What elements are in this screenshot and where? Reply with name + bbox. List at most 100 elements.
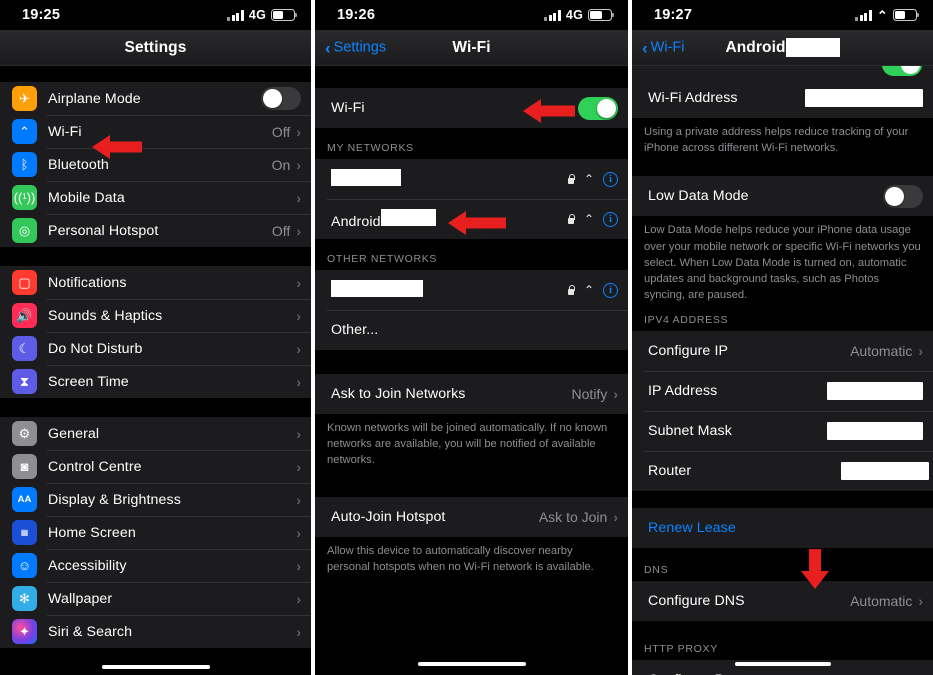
network-info-button[interactable]: i — [603, 211, 618, 227]
row-label: Wi-Fi Address — [648, 90, 738, 106]
low-data-mode-row[interactable]: Low Data Mode — [632, 176, 933, 216]
auto-join-hotspot-row[interactable]: Auto-Join Hotspot Ask to Join › — [315, 497, 628, 537]
network-type-label: 4G — [248, 8, 266, 22]
row-value: Ask to Join — [538, 508, 608, 525]
row-label: Low Data Mode — [648, 188, 749, 205]
row-label: Accessibility — [48, 557, 127, 574]
row-label: Subnet Mask — [648, 422, 732, 439]
notifications-icon: ▢ — [12, 270, 37, 295]
network-row[interactable]: ⌃ i — [315, 159, 628, 199]
lock-icon — [567, 174, 575, 184]
redacted-subnet-mask — [827, 421, 923, 440]
row-label: Wallpaper — [48, 590, 113, 607]
sidebar-item-mobile-data[interactable]: ((¹)) Mobile Data › — [0, 181, 311, 214]
renew-lease-group: Renew Lease — [632, 507, 933, 548]
other-networks-header: OTHER NETWORKS — [315, 239, 628, 270]
configure-dns-row[interactable]: Configure DNS Automatic › — [632, 581, 933, 621]
row-value: Automatic — [850, 592, 913, 609]
sidebar-item-general[interactable]: ⚙ General › — [0, 417, 311, 450]
dns-header: DNS — [632, 547, 933, 581]
wallpaper-icon: ✻ — [12, 586, 37, 611]
chevron-right-icon: › — [296, 340, 301, 357]
sidebar-item-screen-time[interactable]: ⧗ Screen Time › — [0, 365, 311, 398]
status-time: 19:27 — [654, 7, 693, 23]
sidebar-item-display-brightness[interactable]: AA Display & Brightness › — [0, 483, 311, 516]
subnet-mask-row: Subnet Mask — [632, 410, 933, 451]
row-value: Notify — [571, 386, 608, 402]
sidebar-item-notifications[interactable]: ▢ Notifications › — [0, 266, 311, 299]
redacted-ip-address — [827, 381, 923, 400]
sidebar-item-accessibility[interactable]: ☺ Accessibility › — [0, 549, 311, 582]
airplane-mode-toggle[interactable] — [261, 87, 301, 110]
ask-to-join-row[interactable]: Ask to Join Networks Notify › — [315, 374, 628, 414]
wifi-signal-icon: ⌃ — [583, 283, 594, 297]
wifi-address-group: Wi-Fi Address — [632, 78, 933, 118]
row-label: Screen Time — [48, 373, 129, 390]
row-label: Configure DNS — [648, 592, 745, 609]
row-label: Configure Proxy — [648, 672, 894, 675]
wifi-address-footer: Using a private address helps reduce tra… — [632, 118, 933, 169]
other-label: Other... — [331, 322, 379, 338]
sidebar-item-airplane-mode[interactable]: ✈ Airplane Mode — [0, 82, 311, 115]
router-row: Router — [632, 450, 933, 491]
settings-group-notifications: ▢ Notifications › 🔊 Sounds & Haptics › ☾… — [0, 266, 311, 398]
sidebar-item-siri-search[interactable]: ✦ Siri & Search › — [0, 615, 311, 648]
redacted-router — [841, 461, 929, 480]
ip-address-row: IP Address — [632, 370, 933, 411]
row-label: Control Centre — [48, 458, 142, 475]
sidebar-item-personal-hotspot[interactable]: ◎ Personal Hotspot Off › — [0, 214, 311, 247]
chevron-right-icon: › — [918, 592, 923, 609]
accessibility-icon: ☺ — [12, 553, 37, 578]
sidebar-item-do-not-disturb[interactable]: ☾ Do Not Disturb › — [0, 332, 311, 365]
cellular-bars-icon — [544, 9, 561, 21]
wifi-list[interactable]: Wi-Fi MY NETWORKS ⌃ i Android ⌃ i OTHER … — [315, 66, 628, 675]
row-label: Router — [648, 462, 692, 479]
network-info-button[interactable]: i — [603, 171, 618, 187]
chevron-right-icon: › — [296, 222, 301, 239]
settings-list[interactable]: ✈ Airplane Mode ⌃ Wi-Fi Off › ᛒ Bluetoot… — [0, 66, 311, 675]
back-button[interactable]: ‹ Settings — [325, 39, 386, 56]
wifi-address-row: Wi-Fi Address — [632, 78, 933, 118]
private-address-toggle[interactable] — [882, 66, 922, 76]
home-screen-icon: ▦ — [12, 520, 37, 545]
wifi-signal-icon: ⌃ — [583, 212, 594, 226]
back-button[interactable]: ‹ Wi-Fi — [642, 39, 685, 56]
renew-lease-row[interactable]: Renew Lease — [632, 508, 933, 548]
home-indicator — [101, 665, 210, 669]
redacted-ssid — [380, 208, 436, 226]
network-detail-list[interactable]: Wi-Fi Address Using a private address he… — [632, 66, 933, 675]
lock-icon — [567, 214, 575, 224]
chevron-right-icon: › — [296, 373, 301, 390]
control-centre-icon: ◙ — [12, 454, 37, 479]
sidebar-item-home-screen[interactable]: ▦ Home Screen › — [0, 516, 311, 549]
settings-group-connectivity: ✈ Airplane Mode ⌃ Wi-Fi Off › ᛒ Bluetoot… — [0, 82, 311, 247]
sidebar-item-control-centre[interactable]: ◙ Control Centre › — [0, 450, 311, 483]
cellular-bars-icon — [855, 9, 872, 21]
row-label: Configure IP — [648, 342, 729, 359]
chevron-right-icon: › — [296, 491, 301, 508]
network-info-button[interactable]: i — [603, 282, 618, 298]
sidebar-item-wallpaper[interactable]: ✻ Wallpaper › — [0, 582, 311, 615]
red-arrow-down-configure-proxy — [799, 549, 831, 589]
sidebar-item-wifi[interactable]: ⌃ Wi-Fi Off › — [0, 115, 311, 148]
other-networks-group: ⌃ i Other... — [315, 270, 628, 350]
chevron-right-icon: › — [296, 307, 301, 324]
status-bar: 19:26 4G — [315, 0, 628, 30]
back-label: Wi-Fi — [650, 39, 685, 56]
sidebar-item-sounds-haptics[interactable]: 🔊 Sounds & Haptics › — [0, 299, 311, 332]
chevron-right-icon: › — [296, 425, 301, 442]
sidebar-item-bluetooth[interactable]: ᛒ Bluetooth On › — [0, 148, 311, 181]
wifi-toggle-row[interactable]: Wi-Fi — [315, 88, 628, 128]
wifi-toggle[interactable] — [578, 96, 618, 120]
chevron-right-icon: › — [918, 342, 923, 359]
row-label: Airplane Mode — [48, 90, 141, 107]
back-label: Settings — [333, 39, 387, 56]
row-label: General — [48, 425, 100, 442]
other-network-row[interactable]: Other... — [315, 310, 628, 350]
low-data-mode-toggle[interactable] — [883, 184, 923, 208]
my-networks-header: MY NETWORKS — [315, 128, 628, 159]
network-row[interactable]: ⌃ i — [315, 270, 628, 310]
configure-ip-row[interactable]: Configure IP Automatic › — [632, 331, 933, 371]
sounds-haptics-icon: 🔊 — [12, 303, 37, 328]
row-label: Personal Hotspot — [48, 222, 159, 239]
